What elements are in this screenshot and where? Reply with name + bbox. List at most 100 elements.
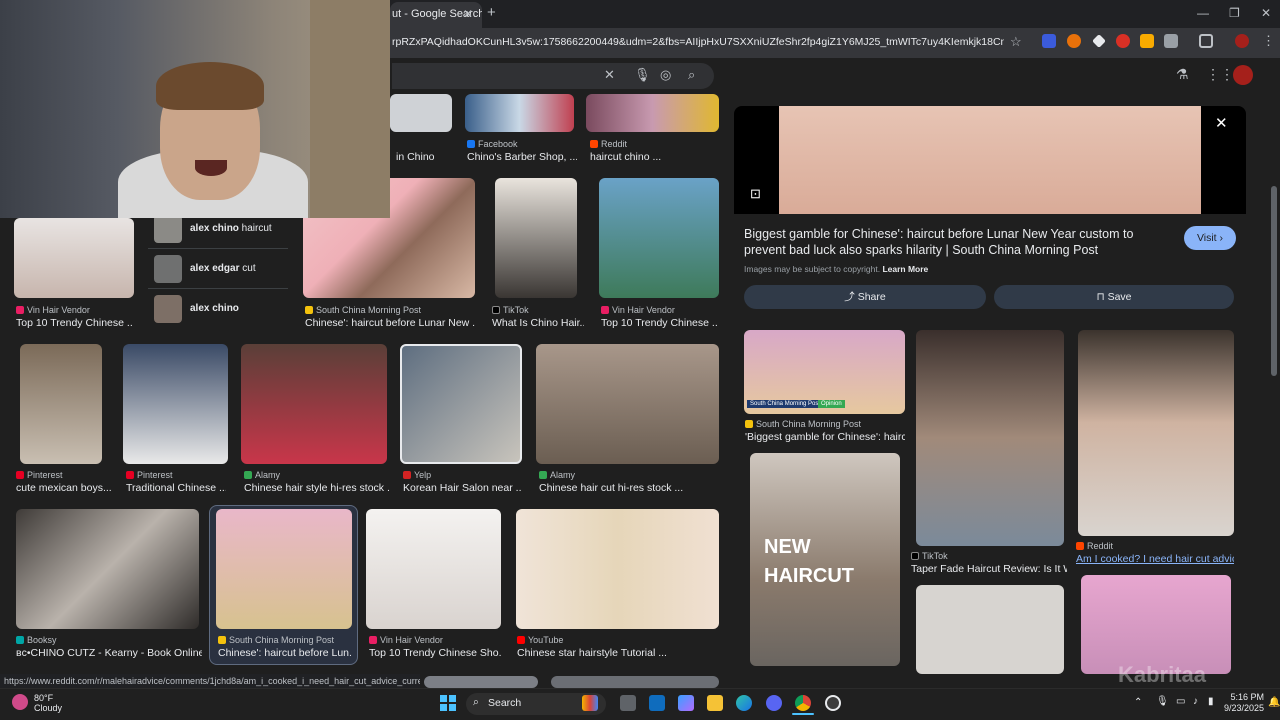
result-image[interactable]	[586, 94, 719, 132]
visit-button[interactable]: Visit ›	[1184, 226, 1236, 250]
result-caption[interactable]: haircut chino ...	[590, 151, 661, 163]
result-image[interactable]	[516, 509, 719, 629]
result-caption[interactable]: What Is Chino Hair...	[492, 317, 584, 329]
microphone-icon[interactable]: 🎙	[634, 67, 651, 83]
result-image[interactable]	[14, 218, 134, 298]
related-image[interactable]	[916, 330, 1064, 546]
result-image[interactable]	[599, 178, 719, 298]
result-caption[interactable]: Top 10 Trendy Chinese ...	[601, 317, 717, 329]
result-image[interactable]	[20, 344, 102, 464]
profile-avatar[interactable]	[1235, 34, 1249, 48]
result-image[interactable]	[536, 344, 719, 464]
weather-widget[interactable]: 80°F Cloudy	[34, 693, 62, 713]
bookmark-star-icon[interactable]: ☆	[1010, 34, 1022, 50]
result-caption[interactable]: ʙᴄ•CHINO CUTZ - Kearny - Book Online ...	[16, 647, 202, 659]
result-image[interactable]	[390, 94, 452, 132]
result-image[interactable]	[241, 344, 387, 464]
extension-icon[interactable]	[1067, 34, 1081, 48]
battery-icon[interactable]: ▮	[1208, 696, 1214, 707]
tray-chevron-icon[interactable]: ⌃	[1134, 697, 1142, 708]
related-search-thumb	[154, 295, 182, 323]
related-caption[interactable]: 'Biggest gamble for Chinese': hairc...	[745, 431, 905, 443]
new-tab-button[interactable]: +	[487, 4, 496, 21]
related-search-item[interactable]: alex edgar cut	[148, 251, 288, 289]
result-image[interactable]	[400, 344, 522, 464]
result-caption[interactable]: Chinese hair style hi-res stock ...	[244, 482, 390, 494]
result-caption[interactable]: Chinese star hairstyle Tutorial ...	[517, 647, 717, 659]
result-caption[interactable]: in Chino	[396, 151, 435, 163]
extension-icon[interactable]	[1042, 34, 1056, 48]
widgets-icon[interactable]	[582, 695, 598, 711]
close-tab-icon[interactable]: ✕	[463, 7, 473, 21]
result-image[interactable]	[123, 344, 228, 464]
result-caption[interactable]: Chinese': haircut before Lun...	[218, 647, 352, 659]
related-image[interactable]	[1078, 330, 1234, 536]
weather-icon[interactable]	[12, 694, 28, 710]
edge-icon[interactable]	[736, 695, 752, 711]
microphone-tray-icon[interactable]: 🎙	[1156, 696, 1169, 707]
result-caption[interactable]: Traditional Chinese ...	[126, 482, 226, 494]
puzzle-icon[interactable]	[1164, 34, 1178, 48]
minimize-button[interactable]: —	[1197, 6, 1209, 20]
result-source: South China Morning Post	[305, 305, 421, 315]
obs-icon[interactable]	[825, 695, 841, 711]
result-source: Yelp	[403, 470, 431, 480]
result-image[interactable]	[551, 676, 719, 688]
url-field[interactable]: rpRZxPAQidhadOKCunHL3v5w:1758662200449&u…	[392, 36, 1004, 48]
related-image[interactable]	[916, 585, 1064, 674]
chrome-icon[interactable]	[795, 695, 811, 711]
preview-image[interactable]	[734, 106, 1246, 214]
maximize-button[interactable]: ❐	[1229, 6, 1240, 20]
clear-search-icon[interactable]: ✕	[604, 67, 615, 83]
result-caption[interactable]: cute mexican boys...	[16, 482, 116, 494]
result-image[interactable]	[216, 509, 352, 629]
close-window-button[interactable]: ✕	[1261, 6, 1271, 20]
close-preview-icon[interactable]: ✕	[1215, 114, 1228, 132]
opinion-badge: Opinion	[818, 400, 845, 408]
result-image[interactable]	[366, 509, 501, 629]
taskbar-clock[interactable]: 5:16 PM 9/23/2025	[1224, 692, 1264, 714]
side-panel-icon[interactable]	[1199, 34, 1213, 48]
network-icon[interactable]: ▭	[1176, 696, 1185, 707]
extension-icon[interactable]	[1116, 34, 1130, 48]
lens-icon[interactable]: ◎	[660, 67, 671, 83]
related-caption[interactable]: Taper Fade Haircut Review: Is It W...	[911, 563, 1067, 575]
result-caption[interactable]: Chinese hair cut hi-res stock ...	[539, 482, 719, 494]
related-image[interactable]	[1081, 575, 1231, 674]
result-source: South China Morning Post	[218, 635, 334, 645]
share-button[interactable]: ⤴ Share	[744, 285, 986, 309]
result-image[interactable]	[495, 178, 577, 298]
extension-icon[interactable]	[1140, 34, 1154, 48]
result-image[interactable]	[16, 509, 199, 629]
task-view-icon[interactable]	[620, 695, 636, 711]
volume-icon[interactable]: ♪	[1193, 696, 1198, 707]
result-image[interactable]	[424, 676, 538, 688]
preview-title[interactable]: Biggest gamble for Chinese': haircut bef…	[744, 226, 1176, 258]
webcam-overlay	[0, 0, 390, 218]
related-caption[interactable]: Am I cooked? I need hair cut advic...	[1076, 553, 1234, 565]
related-search-item[interactable]: alex chino	[148, 291, 288, 329]
copilot-icon[interactable]	[678, 695, 694, 711]
result-caption[interactable]: Korean Hair Salon near ...	[403, 482, 521, 494]
discord-icon[interactable]	[766, 695, 782, 711]
menu-icon[interactable]: ⋮	[1262, 33, 1275, 49]
search-icon[interactable]: ⌕	[688, 67, 695, 83]
result-caption[interactable]: Top 10 Trendy Chinese Sho...	[369, 647, 501, 659]
notifications-icon[interactable]: 🔔	[1268, 697, 1280, 708]
labs-flask-icon[interactable]: ⚗	[1176, 66, 1189, 83]
apps-grid-icon[interactable]: ⋮⋮	[1206, 66, 1234, 83]
learn-more-link[interactable]: Learn More	[882, 264, 928, 274]
result-image[interactable]	[465, 94, 574, 132]
outlook-icon[interactable]	[649, 695, 665, 711]
lens-search-icon[interactable]: ⊡	[750, 186, 761, 202]
result-caption[interactable]: Chino's Barber Shop, ...	[467, 151, 577, 163]
result-caption[interactable]: Top 10 Trendy Chinese ...	[16, 317, 132, 329]
account-avatar[interactable]	[1233, 65, 1253, 85]
save-button[interactable]: ⊓ Save	[994, 285, 1234, 309]
file-explorer-icon[interactable]	[707, 695, 723, 711]
result-source: Pinterest	[126, 470, 173, 480]
result-caption[interactable]: Chinese': haircut before Lunar New ...	[305, 317, 475, 329]
windows-start-icon[interactable]	[440, 695, 456, 711]
scrollbar[interactable]	[1271, 186, 1277, 376]
result-source: Alamy	[244, 470, 280, 480]
